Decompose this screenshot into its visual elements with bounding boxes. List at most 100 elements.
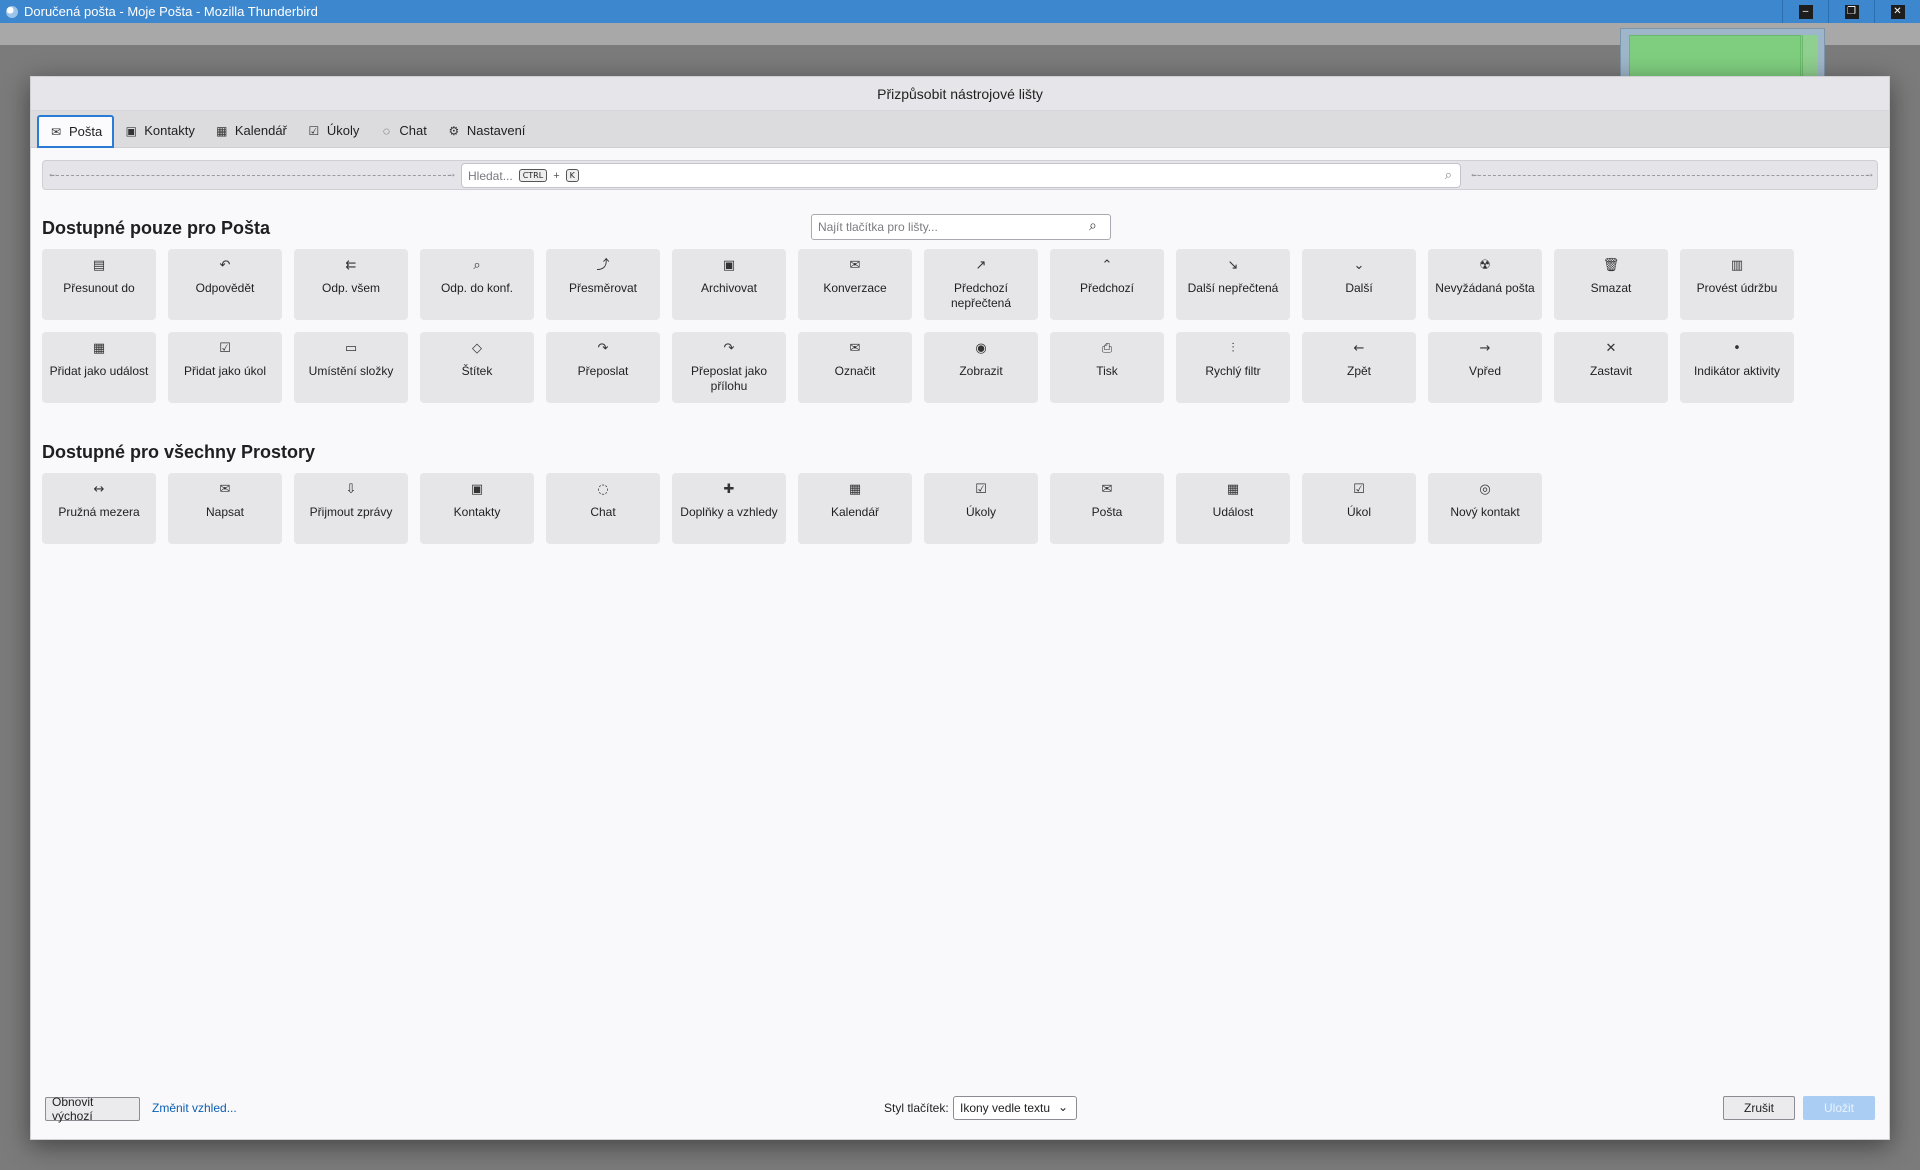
toolbar-item-novy-kontakt[interactable]: ◎ Nový kontakt bbox=[1428, 473, 1542, 544]
toolbar-item-rychly-filtr[interactable]: ⫶ Rychlý filtr bbox=[1176, 332, 1290, 403]
shortcut-ctrl-key: CTRL bbox=[518, 169, 548, 182]
toolbar-item-archivovat[interactable]: ▣ Archivovat bbox=[672, 249, 786, 320]
get-messages-icon: ⇩ bbox=[345, 482, 357, 497]
toolbar-item-odp-do-konf[interactable]: ⌕ Odp. do konf. bbox=[420, 249, 534, 320]
toolbar-item-ukol[interactable]: ☑ Úkol bbox=[1302, 473, 1416, 544]
toolbar-item-label: Tisk bbox=[1096, 364, 1118, 378]
chat-icon: ◌ bbox=[597, 482, 609, 497]
toolbar-item-label: Přesměrovat bbox=[568, 281, 638, 295]
search-icon: ⌕ bbox=[1444, 167, 1452, 182]
tab-label: Úkoly bbox=[326, 123, 360, 138]
toolbar-item-label: Odp. do konf. bbox=[440, 281, 514, 295]
toolbar-item-doplnky-a-vzhledy[interactable]: ✚ Doplňky a vzhledy bbox=[672, 473, 786, 544]
calendar-icon: ▦ bbox=[216, 123, 228, 138]
toolbar-item-posta[interactable]: ✉ Pošta bbox=[1050, 473, 1164, 544]
toolbar-item-kalendar[interactable]: ▦ Kalendář bbox=[798, 473, 912, 544]
mail-icon: ✉ bbox=[50, 124, 62, 139]
toolbar-item-provest-udrzbu[interactable]: ▥ Provést údržbu bbox=[1680, 249, 1794, 320]
tab-kalendar[interactable]: ▦ Kalendář bbox=[205, 114, 297, 147]
reset-defaults-button[interactable]: Obnovit výchozí bbox=[45, 1095, 140, 1123]
toolbar-item-zpet[interactable]: ← Zpět bbox=[1302, 332, 1416, 403]
toolbar-item-label: Pružná mezera bbox=[58, 505, 140, 519]
minimize-button[interactable]: – bbox=[1782, 0, 1828, 23]
button-style-select[interactable]: Ikony vedle textu ⌄ bbox=[953, 1096, 1077, 1120]
dialog-footer: Obnovit výchozí Změnit vzhled... Styl tl… bbox=[31, 1083, 1889, 1139]
save-button[interactable]: Uložit bbox=[1803, 1096, 1875, 1120]
activity-dot-icon: • bbox=[1733, 341, 1741, 356]
toolbar-item-label: Štítek bbox=[461, 364, 493, 378]
toolbar-item-label: Smazat bbox=[1590, 281, 1632, 295]
toolbar-item-label: Přidat jako úkol bbox=[183, 364, 267, 378]
chat-icon: ◌ bbox=[382, 123, 390, 138]
find-buttons-input[interactable] bbox=[811, 214, 1111, 240]
global-search-placeholder: Hledat... bbox=[468, 168, 513, 183]
window-title: Doručená pošta - Moje Pošta - Mozilla Th… bbox=[24, 4, 318, 19]
tab-chat[interactable]: ◌ Chat bbox=[369, 114, 436, 147]
eye-icon: ◉ bbox=[975, 341, 987, 356]
toolbar-item-dalsi[interactable]: ⌄ Další bbox=[1302, 249, 1416, 320]
toolbar-item-pridat-jako-ukol[interactable]: ☑ Přidat jako úkol bbox=[168, 332, 282, 403]
toolbar-item-presunout-do[interactable]: ▤ Přesunout do bbox=[42, 249, 156, 320]
toolbar-item-kontakty[interactable]: ▣ Kontakty bbox=[420, 473, 534, 544]
toolbar-item-udalost[interactable]: ▦ Událost bbox=[1176, 473, 1290, 544]
restore-button[interactable]: ❐ bbox=[1828, 0, 1874, 23]
toolbar-item-odp-vsem[interactable]: ⇇ Odp. všem bbox=[294, 249, 408, 320]
stop-icon: ✕ bbox=[1605, 341, 1617, 356]
tab-label: Nastavení bbox=[466, 123, 526, 138]
toolbar-item-nevyzadana-posta[interactable]: ☢ Nevyžádaná pošta bbox=[1428, 249, 1542, 320]
toolbar-item-label: Rychlý filtr bbox=[1205, 364, 1261, 378]
toolbar-item-label: Úkoly bbox=[965, 505, 996, 519]
toolbar-item-preposlat-jako-prilohu[interactable]: ↷ Přeposlat jako přílohu bbox=[672, 332, 786, 403]
toolbar-item-label: Nový kontakt bbox=[1450, 505, 1520, 519]
toolbar-item-preposlat[interactable]: ↷ Přeposlat bbox=[546, 332, 660, 403]
toolbar-item-ukoly[interactable]: ☑ Úkoly bbox=[924, 473, 1038, 544]
tab-posta[interactable]: ✉ Pošta bbox=[37, 115, 115, 148]
toolbar-item-indikator-aktivity[interactable]: • Indikátor aktivity bbox=[1680, 332, 1794, 403]
toolbar-item-odpovedet[interactable]: ↶ Odpovědět bbox=[168, 249, 282, 320]
toolbar-item-vpred[interactable]: → Vpřed bbox=[1428, 332, 1542, 403]
toolbar-item-presmerovat[interactable]: ⤴ Přesměrovat bbox=[546, 249, 660, 320]
toolbar-item-label: Předchozí nepřečtená bbox=[950, 281, 1012, 310]
dialog-title: Přizpůsobit nástrojové lišty bbox=[31, 77, 1889, 111]
window-controls: – ❐ ✕ bbox=[1782, 0, 1920, 23]
button-style-value: Ikony vedle textu bbox=[960, 1101, 1051, 1115]
close-button[interactable]: ✕ bbox=[1874, 0, 1920, 23]
toolbar-item-label: Chat bbox=[590, 505, 616, 519]
tab-kontakty[interactable]: ▣ Kontakty bbox=[114, 114, 205, 147]
toolbar-item-tisk[interactable]: ⎙ Tisk bbox=[1050, 332, 1164, 403]
toolbar-item-prijmout-zpravy[interactable]: ⇩ Přijmout zprávy bbox=[294, 473, 408, 544]
toolbar-item-zobrazit[interactable]: ◉ Zobrazit bbox=[924, 332, 1038, 403]
toolbar-item-oznacit[interactable]: ✉ Označit bbox=[798, 332, 912, 403]
toolbar-item-label: Zobrazit bbox=[959, 364, 1003, 378]
tab-ukoly[interactable]: ☑ Úkoly bbox=[297, 114, 370, 147]
reply-list-icon: ⌕ bbox=[473, 258, 481, 273]
toolbar-item-smazat[interactable]: 🗑 Smazat bbox=[1554, 249, 1668, 320]
toolbar-item-predchozi[interactable]: ⌃ Předchozí bbox=[1050, 249, 1164, 320]
toolbar-item-napsat[interactable]: ✉ Napsat bbox=[168, 473, 282, 544]
tab-nastaveni[interactable]: ⚙ Nastavení bbox=[437, 114, 536, 147]
toolbar-item-label: Indikátor aktivity bbox=[1693, 364, 1781, 378]
toolbar-item-label: Umístění složky bbox=[308, 364, 394, 378]
toolbar-item-umisteni-slozky[interactable]: ▭ Umístění složky bbox=[294, 332, 408, 403]
toolbar-item-pridat-jako-udalost[interactable]: ▦ Přidat jako událost bbox=[42, 332, 156, 403]
toolbar-item-label: Archivovat bbox=[700, 281, 758, 295]
toolbar-item-predchozi-neprectena[interactable]: ↗ Předchozí nepřečtená bbox=[924, 249, 1038, 320]
compact-folder-icon: ▥ bbox=[1730, 258, 1744, 273]
toolbar-item-chat[interactable]: ◌ Chat bbox=[546, 473, 660, 544]
tasks-icon: ☑ bbox=[975, 482, 987, 497]
flexible-space-left[interactable] bbox=[47, 166, 457, 180]
change-theme-link[interactable]: Změnit vzhled... bbox=[152, 1101, 237, 1115]
toolbar-item-dalsi-neprectena[interactable]: ↘ Další nepřečtená bbox=[1176, 249, 1290, 320]
toolbar-item-pruzna-mezera[interactable]: ↔ Pružná mezera bbox=[42, 473, 156, 544]
toolbar-item-konverzace[interactable]: ✉ Konverzace bbox=[798, 249, 912, 320]
toolbar-item-stitek[interactable]: ◇ Štítek bbox=[420, 332, 534, 403]
search-icon: ⌕ bbox=[1089, 217, 1097, 233]
flexible-space-right[interactable] bbox=[1469, 166, 1875, 180]
shortcut-k-key: K bbox=[565, 169, 579, 182]
global-search-box[interactable]: Hledat... CTRL + K ⌕ bbox=[461, 163, 1461, 188]
cancel-button[interactable]: Zrušit bbox=[1723, 1096, 1795, 1120]
toolbar-item-zastavit[interactable]: ✕ Zastavit bbox=[1554, 332, 1668, 403]
toolbar-item-label: Další nepřečtená bbox=[1187, 281, 1279, 295]
tag-icon: ◇ bbox=[472, 341, 482, 356]
add-event-icon: ▦ bbox=[92, 341, 106, 356]
